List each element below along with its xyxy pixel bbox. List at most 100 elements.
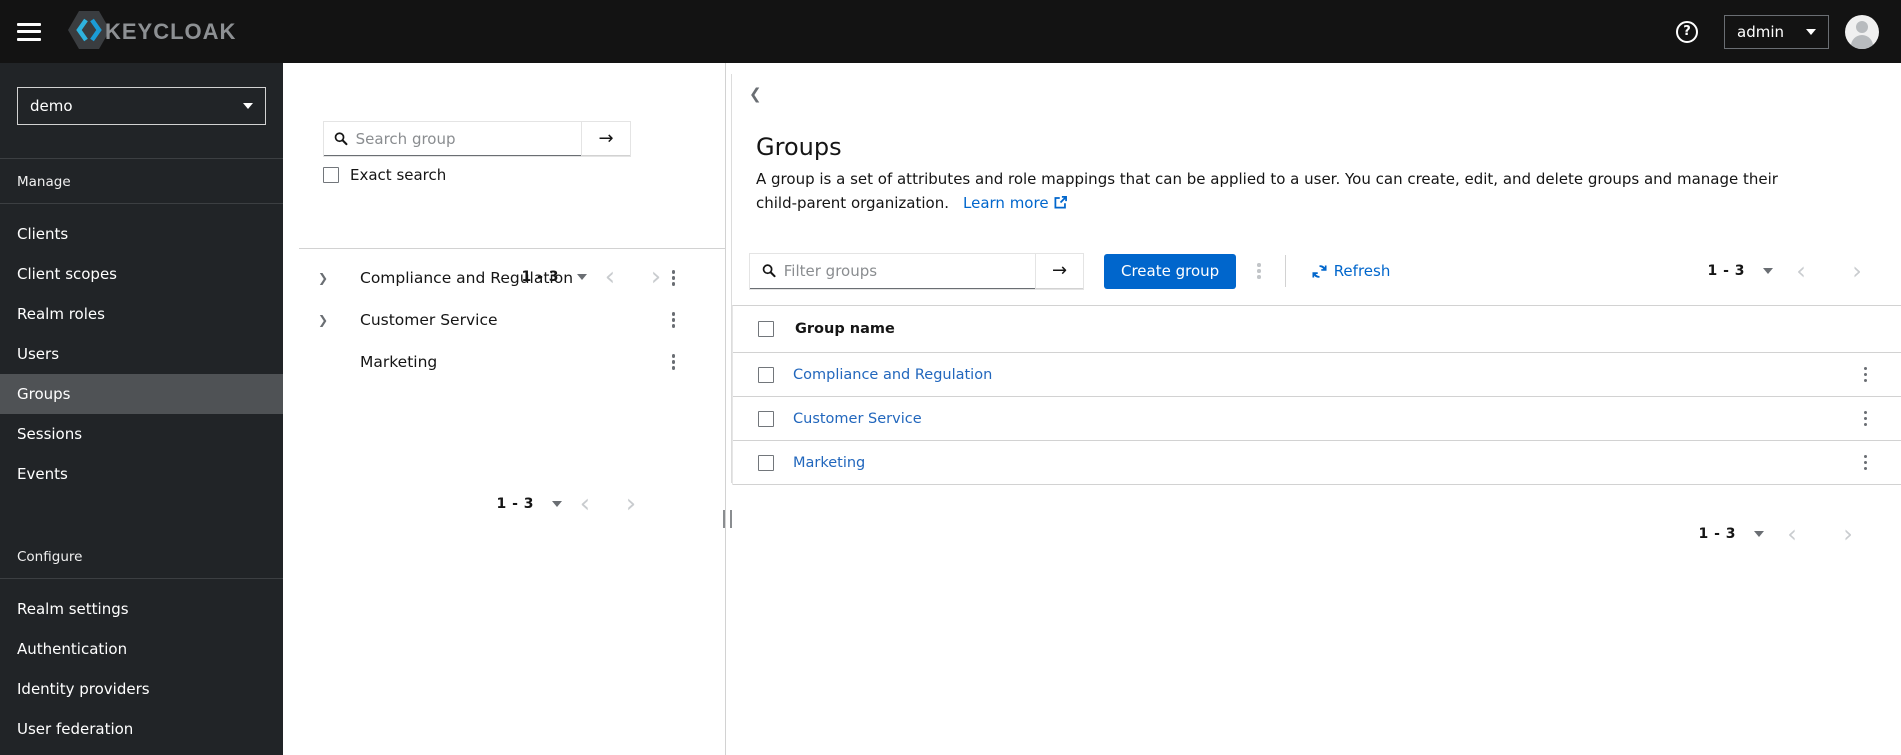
toolbar-kebab-menu-icon[interactable]: [1253, 259, 1265, 283]
table-header-row: Group name: [733, 306, 1901, 353]
row-checkbox[interactable]: [758, 366, 774, 383]
username: admin: [1737, 22, 1784, 41]
pagination-prev-button[interactable]: ‹: [562, 491, 608, 517]
refresh-icon: [1312, 264, 1327, 278]
filter-groups-input[interactable]: [783, 261, 1027, 280]
sidebar-item-users[interactable]: Users: [0, 334, 283, 374]
keycloak-admin-console: KEYCLOAK ? admin demo Manage Clients Cli…: [0, 0, 1901, 755]
page-title: Groups: [756, 133, 842, 161]
search-icon: [762, 264, 776, 278]
table-row: Customer Service: [733, 397, 1901, 441]
pagination-range-toggle[interactable]: 1 - 3: [496, 496, 534, 512]
sidebar-item-realm-roles[interactable]: Realm roles: [0, 294, 283, 334]
group-link[interactable]: Customer Service: [793, 411, 922, 427]
sidebar-item-authentication[interactable]: Authentication: [0, 629, 283, 669]
groups-table: Group name Compliance and Regulation Cus…: [732, 305, 1901, 485]
hamburger-menu-icon[interactable]: [17, 22, 41, 41]
tree-item-label[interactable]: Marketing: [360, 353, 437, 371]
filter-field[interactable]: [750, 254, 1035, 289]
pagination-prev-button[interactable]: ‹: [1773, 259, 1829, 283]
user-dropdown[interactable]: admin: [1724, 14, 1829, 49]
page-description: A group is a set of attributes and role …: [756, 167, 1778, 215]
exact-search-checkbox[interactable]: [323, 167, 339, 183]
tree-pagination-bottom: 1 - 3 ‹ ›: [283, 488, 654, 520]
sidebar-item-client-scopes[interactable]: Client scopes: [0, 254, 283, 294]
chevron-down-icon[interactable]: [1763, 268, 1773, 274]
sidebar-item-sessions[interactable]: Sessions: [0, 414, 283, 454]
divider: [299, 248, 725, 249]
kebab-menu-icon[interactable]: [668, 308, 680, 332]
group-tree: ❯ Compliance and Regulation ❯ Customer S…: [283, 257, 725, 383]
exact-search-label: Exact search: [350, 166, 447, 184]
group-link[interactable]: Marketing: [793, 455, 865, 471]
groups-toolbar: → Create group Refresh 1 - 3 ‹ ›: [749, 252, 1901, 290]
tree-item-customer-service: ❯ Customer Service: [283, 299, 725, 341]
sidebar-item-identity-providers[interactable]: Identity providers: [0, 669, 283, 709]
learn-more-link[interactable]: Learn more: [963, 194, 1067, 212]
group-tree-panel: → Exact search 1 - 3 ‹ › ❯ Compliance an…: [283, 63, 726, 755]
sidebar-item-user-federation[interactable]: User federation: [0, 709, 283, 749]
sidebar-nav: demo Manage Clients Client scopes Realm …: [0, 63, 283, 755]
expand-chevron-icon[interactable]: ❯: [318, 313, 332, 327]
divider: [1284, 255, 1286, 287]
external-link-icon: [1054, 196, 1067, 209]
filter-submit-button[interactable]: →: [1035, 253, 1083, 289]
sidebar-item-groups[interactable]: Groups: [0, 374, 283, 414]
row-checkbox[interactable]: [758, 410, 774, 427]
create-group-button[interactable]: Create group: [1104, 253, 1237, 289]
table-row: Compliance and Regulation: [733, 353, 1901, 397]
refresh-button[interactable]: Refresh: [1312, 262, 1390, 280]
masthead-actions: ? admin: [1676, 14, 1901, 49]
realm-selector[interactable]: demo: [17, 87, 266, 125]
panel-resize-handle[interactable]: [723, 510, 732, 528]
kebab-menu-icon[interactable]: [1860, 451, 1872, 475]
chevron-down-icon: [1806, 28, 1816, 35]
keycloak-logo[interactable]: KEYCLOAK: [67, 10, 236, 54]
exact-search-row: Exact search: [323, 166, 446, 184]
search-field[interactable]: [324, 122, 581, 156]
description-line2: child-parent organization.: [756, 194, 949, 212]
nav-section-manage: Manage: [17, 174, 71, 190]
chevron-down-icon: [243, 103, 253, 109]
expand-chevron-icon[interactable]: ❯: [318, 271, 332, 285]
search-icon: [334, 132, 348, 146]
row-checkbox[interactable]: [758, 454, 774, 471]
pagination-next-button[interactable]: ›: [1829, 259, 1885, 283]
search-submit-button[interactable]: →: [581, 122, 630, 156]
group-search: →: [323, 121, 631, 157]
kebab-menu-icon[interactable]: [668, 350, 680, 374]
select-all-checkbox[interactable]: [758, 321, 774, 337]
avatar[interactable]: [1845, 14, 1879, 49]
kebab-menu-icon[interactable]: [1860, 363, 1872, 387]
table-row: Marketing: [733, 441, 1901, 485]
filter-groups: →: [749, 252, 1084, 290]
pagination-range-toggle[interactable]: 1 - 3: [1707, 263, 1745, 279]
sidebar-item-realm-settings[interactable]: Realm settings: [0, 589, 283, 629]
table-pagination-top: 1 - 3 ‹ ›: [1707, 252, 1885, 290]
tree-item-compliance-and-regulation: ❯ Compliance and Regulation: [283, 257, 725, 299]
tree-item-label[interactable]: Customer Service: [360, 311, 498, 329]
pagination-next-button[interactable]: ›: [1820, 522, 1876, 546]
nav-section-configure: Configure: [17, 549, 83, 565]
collapse-panel-chevron-icon[interactable]: ❮: [749, 85, 762, 103]
pagination-range-toggle[interactable]: 1 - 3: [1698, 526, 1736, 542]
pagination-prev-button[interactable]: ‹: [1764, 522, 1820, 546]
chevron-down-icon[interactable]: [1754, 531, 1764, 537]
help-icon[interactable]: ?: [1676, 20, 1698, 43]
kebab-menu-icon[interactable]: [1860, 407, 1872, 431]
description-line1: A group is a set of attributes and role …: [756, 170, 1778, 188]
realm-name: demo: [30, 97, 73, 115]
tree-item-marketing: Marketing: [283, 341, 725, 383]
masthead: KEYCLOAK ? admin: [0, 0, 1901, 63]
chevron-down-icon[interactable]: [552, 501, 562, 507]
table-pagination-bottom: 1 - 3 ‹ ›: [727, 518, 1876, 550]
kebab-menu-icon[interactable]: [668, 266, 680, 290]
pagination-next-button[interactable]: ›: [608, 491, 654, 517]
groups-main-panel: ❮ Groups A group is a set of attributes …: [727, 63, 1901, 755]
sidebar-item-clients[interactable]: Clients: [0, 214, 283, 254]
group-link[interactable]: Compliance and Regulation: [793, 367, 992, 383]
sidebar-item-events[interactable]: Events: [0, 454, 283, 494]
column-header-group-name: Group name: [795, 321, 895, 337]
tree-item-label[interactable]: Compliance and Regulation: [360, 269, 573, 287]
search-group-input[interactable]: [355, 129, 573, 148]
